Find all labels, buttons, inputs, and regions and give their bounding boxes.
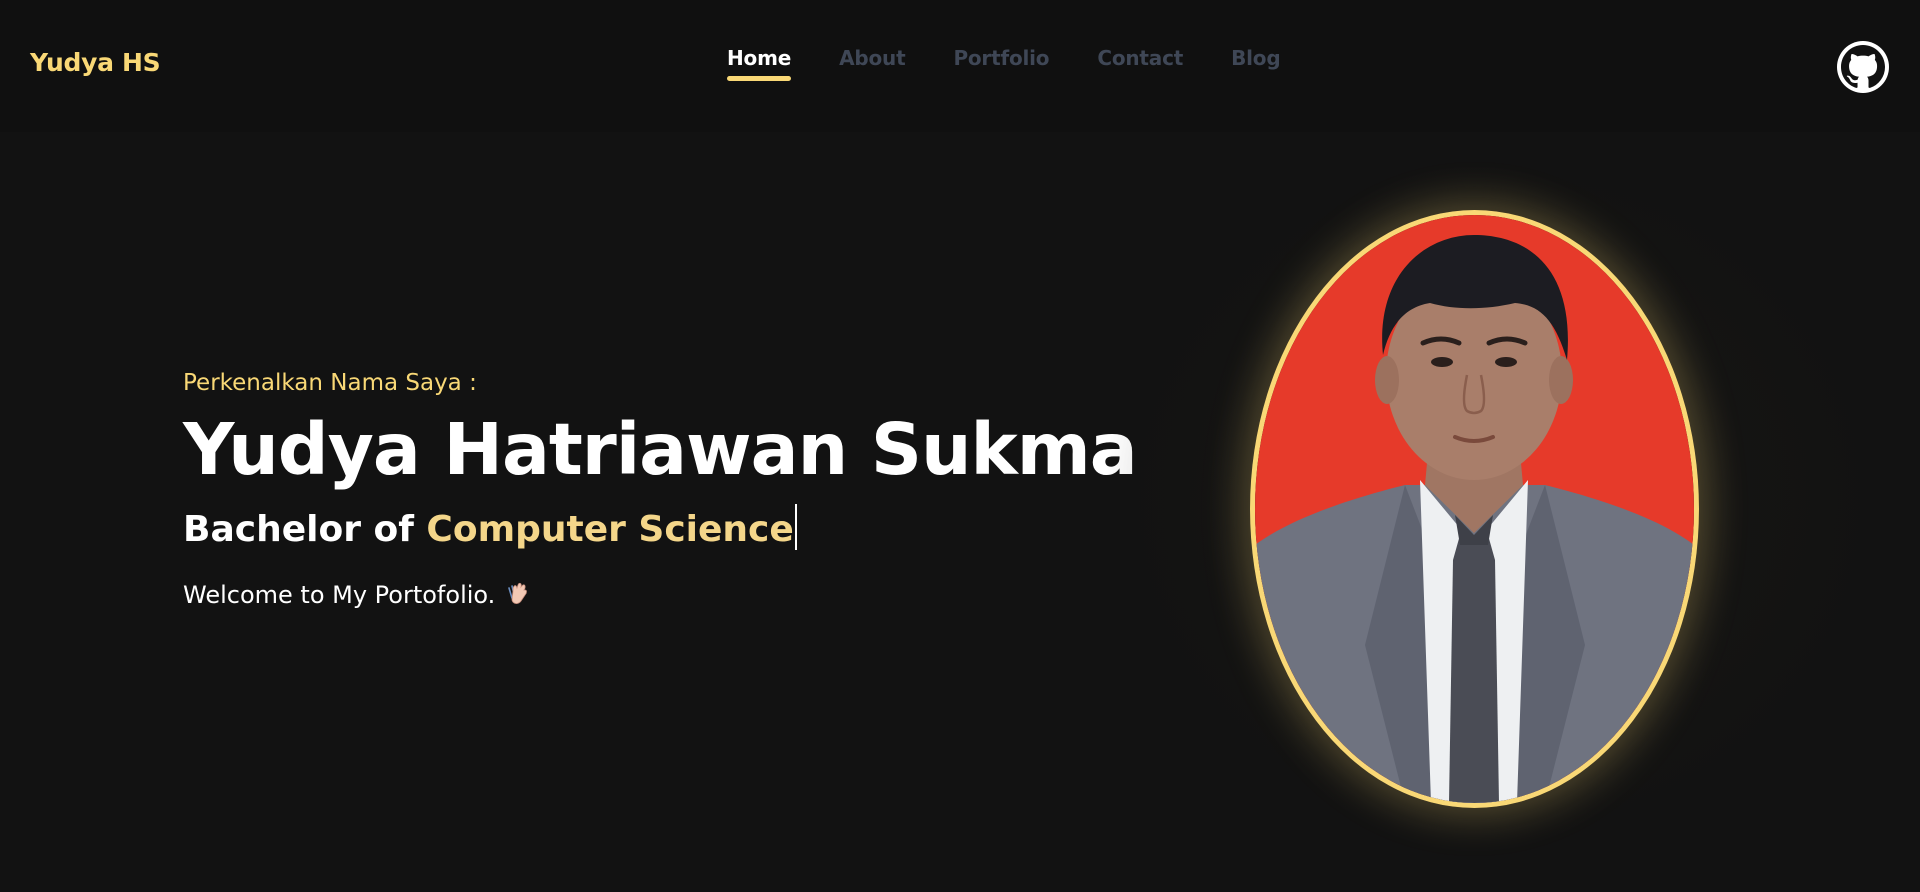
hero-name: Yudya Hatriawan Sukma: [183, 408, 1138, 491]
nav-link-about[interactable]: About: [839, 46, 906, 70]
navbar: Yudya HS Home About Portfolio Contact Bl…: [0, 0, 1920, 132]
github-icon: [1841, 45, 1885, 88]
degree-prefix: Bachelor of: [183, 509, 414, 550]
nav-link-contact[interactable]: Contact: [1097, 46, 1183, 70]
nav-link-portfolio[interactable]: Portfolio: [953, 46, 1049, 70]
nav-link-home-label: Home: [727, 46, 792, 70]
nav-links: Home About Portfolio Contact Blog: [727, 46, 1281, 81]
nav-link-blog[interactable]: Blog: [1231, 46, 1281, 70]
brand-logo[interactable]: Yudya HS: [30, 48, 161, 77]
active-indicator: [727, 76, 792, 81]
profile-portrait: [1250, 210, 1699, 808]
github-link[interactable]: [1837, 41, 1889, 93]
page: Yudya HS Home About Portfolio Contact Bl…: [0, 0, 1920, 892]
welcome-text: Welcome to My Portofolio.: [183, 581, 496, 609]
typing-caret: [794, 504, 797, 550]
nav-link-home[interactable]: Home: [727, 46, 792, 81]
intro-text: Perkenalkan Nama Saya :: [183, 370, 477, 396]
hero-text: Perkenalkan Nama Saya : Yudya Hatriawan …: [183, 366, 1138, 616]
degree-accent: Computer Science: [426, 509, 794, 550]
welcome-line: Welcome to My Portofolio.: [183, 578, 1137, 616]
waving-hand-icon: [503, 579, 531, 616]
degree-line: Bachelor of Computer Science: [183, 504, 1137, 554]
